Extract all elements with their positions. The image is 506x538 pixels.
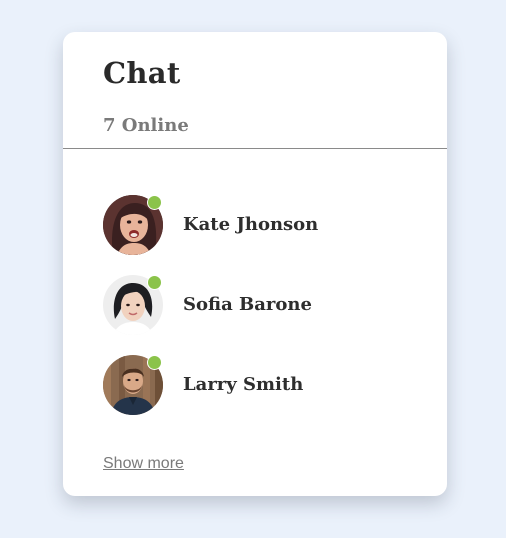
user-name: Kate Jhonson xyxy=(183,214,319,235)
user-name: Larry Smith xyxy=(183,374,304,395)
online-status-dot xyxy=(147,355,162,370)
online-status-dot xyxy=(147,195,162,210)
chat-card: Chat 7 Online Kate Jhonson Sofia Barone … xyxy=(63,32,447,496)
chat-header: Chat 7 Online xyxy=(63,32,447,149)
online-count: 7 Online xyxy=(103,115,189,136)
user-list-item[interactable]: Kate Jhonson xyxy=(103,195,423,257)
chat-title: Chat xyxy=(103,56,181,90)
online-status-dot xyxy=(147,275,162,290)
user-list-item[interactable]: Sofia Barone xyxy=(103,275,423,337)
user-name: Sofia Barone xyxy=(183,294,312,315)
show-more-link[interactable]: Show more xyxy=(103,454,184,474)
user-list-item[interactable]: Larry Smith xyxy=(103,355,423,417)
